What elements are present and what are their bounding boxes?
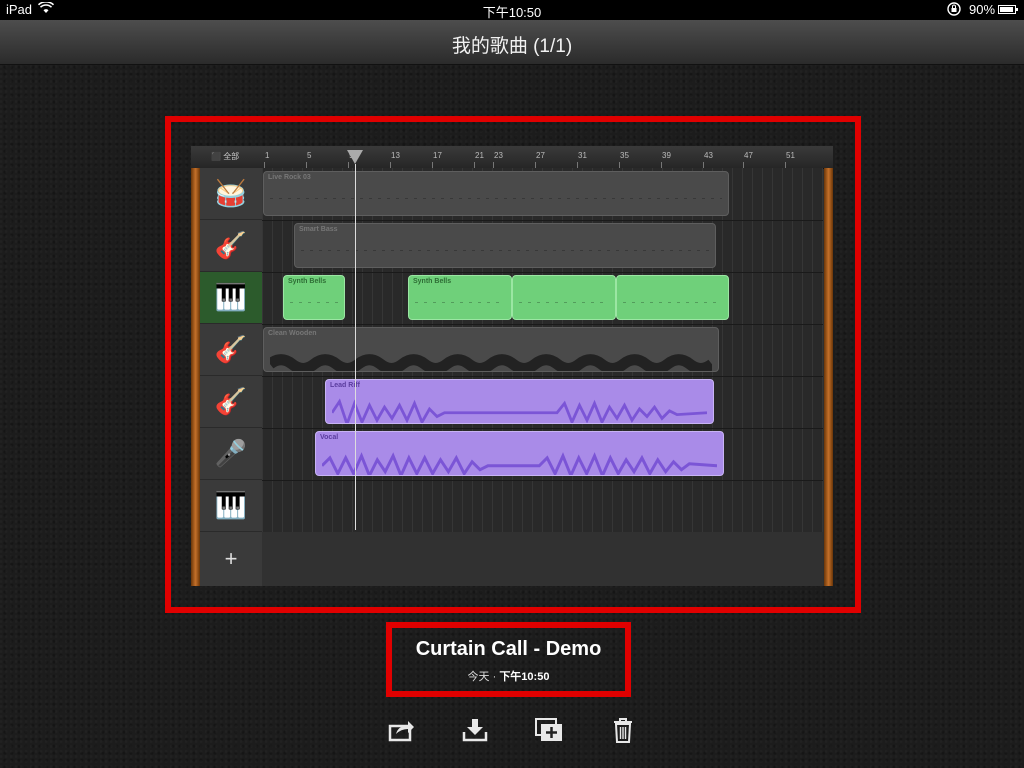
song-title[interactable]: Curtain Call - Demo: [392, 638, 625, 661]
trash-icon: [614, 718, 632, 743]
battery-percent: 90%: [969, 2, 996, 17]
duplicate-icon: [535, 718, 562, 741]
rotation-lock-icon: [946, 1, 962, 20]
date-time: 下午10:50: [499, 671, 550, 683]
song-date: 今天 · 下午10:50: [392, 668, 625, 684]
status-time: 下午10:50: [482, 5, 542, 20]
status-bar: iPad 下午10:50 90%: [0, 0, 1024, 20]
download-icon: [462, 719, 488, 742]
highlight-song-preview: [165, 116, 861, 613]
delete-button[interactable]: [608, 716, 638, 744]
share-button[interactable]: [386, 716, 416, 744]
page-title: 我的歌曲 (1/1): [451, 36, 573, 57]
share-icon: [388, 721, 414, 742]
date-prefix: 今天 ·: [467, 671, 500, 683]
navigation-bar: 我的歌曲 (1/1): [0, 20, 1024, 65]
battery-icon: [998, 5, 1018, 14]
duplicate-button[interactable]: [534, 716, 564, 744]
download-button[interactable]: [460, 716, 490, 744]
